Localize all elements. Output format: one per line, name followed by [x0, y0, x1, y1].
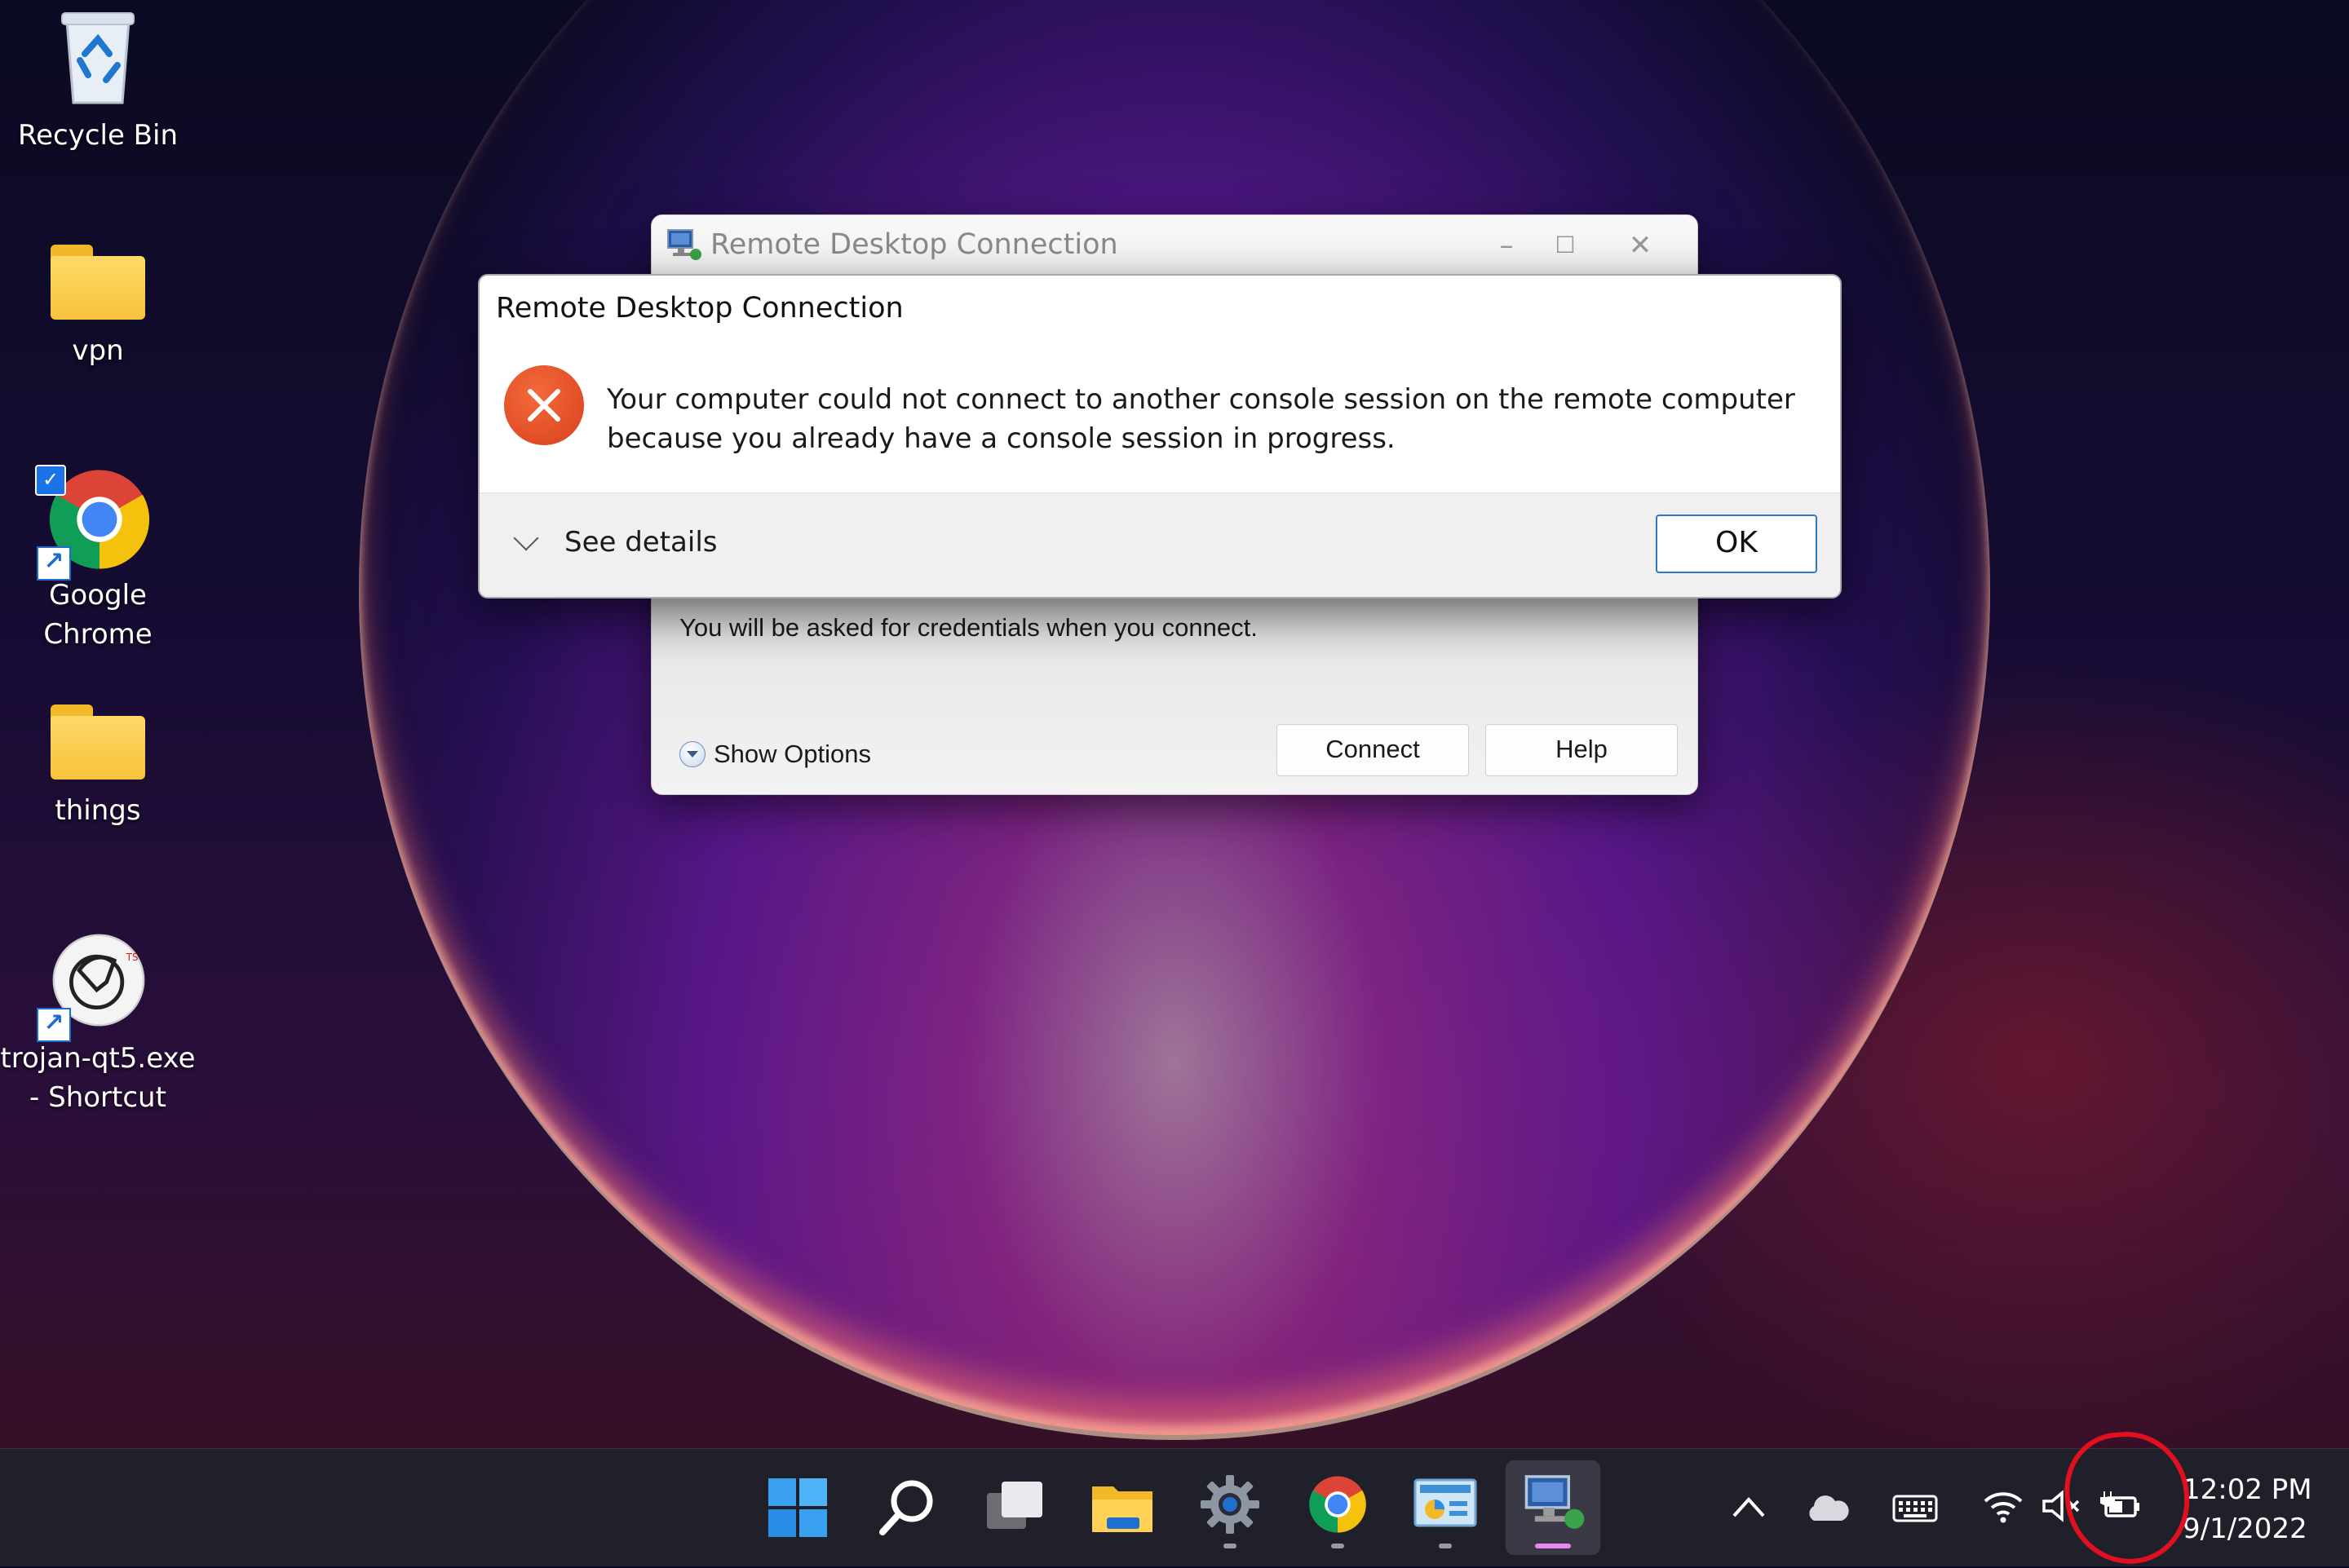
desktop-icon-google-chrome[interactable]: ✓ ↗ Google Chrome: [0, 465, 196, 654]
taskbar-chrome-button[interactable]: [1290, 1460, 1385, 1555]
folder-icon: [51, 245, 145, 320]
see-details-toggle[interactable]: See details: [512, 525, 718, 559]
desktop-icon-label-line2: Chrome: [43, 618, 153, 651]
remote-desktop-icon: [1524, 1475, 1585, 1529]
desktop-icon-things[interactable]: things: [0, 704, 196, 830]
ok-button[interactable]: OK: [1656, 515, 1817, 573]
shortcut-arrow-icon: ↗: [37, 1008, 71, 1042]
taskbar-search-button[interactable]: [860, 1460, 954, 1555]
desktop-icon-recycle-bin[interactable]: Recycle Bin: [0, 7, 196, 155]
taskbar-task-view-button[interactable]: [967, 1460, 1062, 1555]
desktop-icon-label-line2: - Shortcut: [29, 1081, 166, 1114]
control-panel-icon: [1413, 1478, 1477, 1527]
help-button[interactable]: Help: [1485, 724, 1678, 776]
error-message: Your computer could not connect to anoth…: [607, 380, 1814, 458]
desktop-icon-trojan-qt5-shortcut[interactable]: TS ↗ trojan-qt5.exe - Shortcut: [0, 930, 196, 1117]
shortcut-arrow-icon: ↗: [37, 546, 71, 581]
clock-time: 12:02 PM: [2183, 1473, 2312, 1506]
maximize-button[interactable]: ☐: [1526, 222, 1604, 269]
taskbar-settings-button[interactable]: [1183, 1460, 1277, 1555]
taskbar-start-button[interactable]: [750, 1460, 845, 1555]
desktop-icon-label-line1: trojan-qt5.exe: [0, 1042, 196, 1075]
error-icon: [504, 365, 584, 445]
expand-circle-icon: [679, 741, 706, 767]
dialog-title: Remote Desktop Connection: [496, 292, 904, 325]
gear-icon: [1201, 1475, 1259, 1534]
dialog-footer: See details OK: [480, 492, 1840, 597]
show-options-label: Show Options: [714, 740, 871, 768]
selection-checkbox[interactable]: ✓: [35, 465, 66, 496]
taskbar-file-explorer-button[interactable]: [1075, 1460, 1170, 1555]
taskbar: 12:02 PM 9/1/2022: [0, 1448, 2349, 1566]
folder-icon: [1092, 1486, 1152, 1532]
windows-start-icon: [768, 1478, 827, 1537]
close-button[interactable]: ✕: [1601, 222, 1679, 269]
active-indicator: [1535, 1544, 1571, 1548]
error-message-line2: because you already have a console sessi…: [607, 422, 1396, 455]
svg-text:TS: TS: [126, 952, 139, 963]
chrome-icon: [1309, 1476, 1366, 1533]
task-view-icon: [987, 1482, 1042, 1529]
search-icon: [879, 1480, 933, 1535]
desktop-icon-label-line1: Google: [49, 579, 147, 612]
wifi-icon[interactable]: [1979, 1488, 2028, 1527]
running-indicator: [1331, 1544, 1344, 1548]
see-details-label: See details: [564, 526, 718, 559]
show-options-toggle[interactable]: Show Options: [679, 734, 871, 775]
credentials-note: You will be asked for credentials when y…: [679, 613, 1258, 642]
running-indicator: [1223, 1544, 1236, 1548]
taskbar-clock[interactable]: 12:02 PM 9/1/2022: [2183, 1470, 2346, 1548]
desktop-icon-label: Recycle Bin: [17, 119, 178, 152]
clock-date: 9/1/2022: [2183, 1513, 2307, 1545]
desktop-icon-vpn[interactable]: vpn: [0, 245, 196, 370]
connect-button[interactable]: Connect: [1276, 724, 1469, 776]
chevron-up-icon[interactable]: [1724, 1488, 1773, 1527]
running-indicator: [1439, 1544, 1452, 1548]
desktop-icon-label: vpn: [72, 334, 124, 367]
desktop-icon-label: things: [55, 794, 141, 827]
error-message-line1: Your computer could not connect to anoth…: [607, 383, 1795, 416]
taskbar-control-panel-button[interactable]: [1398, 1460, 1493, 1555]
taskbar-remote-desktop-button[interactable]: [1506, 1460, 1600, 1555]
folder-icon: [51, 704, 145, 780]
keyboard-icon[interactable]: [1891, 1488, 1940, 1527]
recycle-bin-icon: [61, 12, 135, 104]
chevron-down-icon: [513, 525, 539, 551]
error-dialog[interactable]: Remote Desktop Connection Your computer …: [478, 274, 1842, 598]
onedrive-cloud-icon[interactable]: [1803, 1488, 1851, 1527]
window-title: Remote Desktop Connection: [710, 228, 1118, 261]
window-titlebar[interactable]: Remote Desktop Connection – ☐ ✕: [652, 215, 1697, 276]
remote-desktop-icon: [667, 229, 701, 260]
